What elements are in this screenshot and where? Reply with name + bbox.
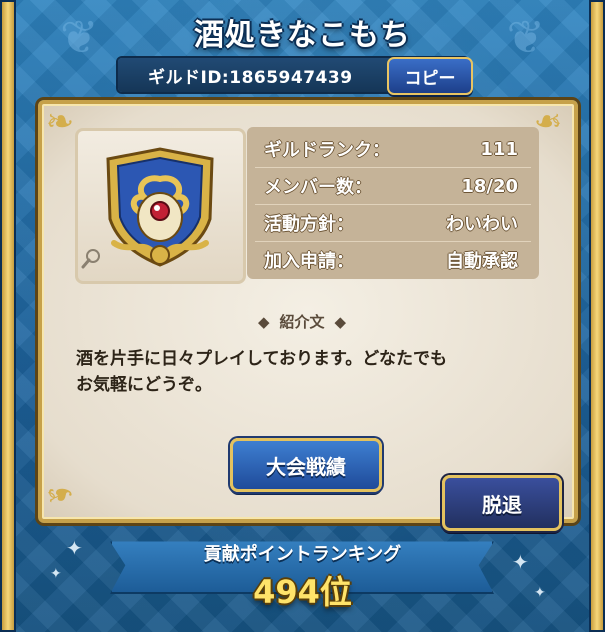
guild-rank-row: ギルドランク： 111 bbox=[247, 131, 539, 167]
guild-id: ギルドID:1865947439 bbox=[148, 68, 353, 88]
sparkle-icon: ✦ bbox=[66, 536, 83, 560]
join-request-value: 自動承認 bbox=[446, 251, 518, 272]
corner-ornament-icon: ❧ bbox=[45, 102, 75, 142]
member-count-value: 18/20 bbox=[461, 175, 518, 197]
join-request-row: 加入申請： 自動承認 bbox=[247, 242, 539, 278]
activity-policy-label: 活動方針： bbox=[264, 214, 354, 235]
sparkle-icon: ✦ bbox=[512, 550, 529, 574]
intro-text: 酒を片手に日々プレイしております。どなたでも お気軽にどうぞ。 bbox=[76, 346, 546, 398]
guild-stats: ギルドランク： 111 メンバー数： 18/20 活動方針： わいわい 加入申請… bbox=[247, 127, 539, 279]
join-request-label: 加入申請： bbox=[264, 251, 354, 272]
leave-guild-button[interactable]: 脱退 bbox=[442, 475, 562, 531]
sparkle-icon: ✦ bbox=[534, 585, 546, 601]
diamond-right-icon: ◆ bbox=[334, 312, 347, 331]
corner-ornament-icon: ❧ bbox=[45, 474, 75, 514]
intro-heading-text: 紹介文 bbox=[279, 313, 325, 331]
sparkle-icon: ✦ bbox=[50, 566, 62, 582]
intro-heading: ◆ 紹介文 ◆ bbox=[240, 311, 364, 332]
left-frame bbox=[0, 0, 16, 632]
copy-button[interactable]: コピー bbox=[387, 57, 473, 95]
guild-name: 酒処きなこもち bbox=[194, 18, 411, 53]
guild-rank-value: 111 bbox=[480, 138, 518, 160]
member-count-row: メンバー数： 18/20 bbox=[247, 168, 539, 204]
magnifier-icon[interactable] bbox=[80, 246, 104, 270]
guild-rank-label: ギルドランク： bbox=[264, 140, 390, 161]
intro-line-1: 酒を片手に日々プレイしております。どなたでも bbox=[76, 349, 447, 369]
diamond-left-icon: ◆ bbox=[257, 312, 270, 331]
activity-policy-row: 活動方針： わいわい bbox=[247, 205, 539, 241]
member-count-label: メンバー数： bbox=[264, 177, 372, 198]
activity-policy-value: わいわい bbox=[446, 214, 518, 235]
intro-line-2: お気軽にどうぞ。 bbox=[76, 375, 212, 395]
tournament-record-button[interactable]: 大会戦績 bbox=[230, 438, 382, 492]
right-frame bbox=[589, 0, 605, 632]
